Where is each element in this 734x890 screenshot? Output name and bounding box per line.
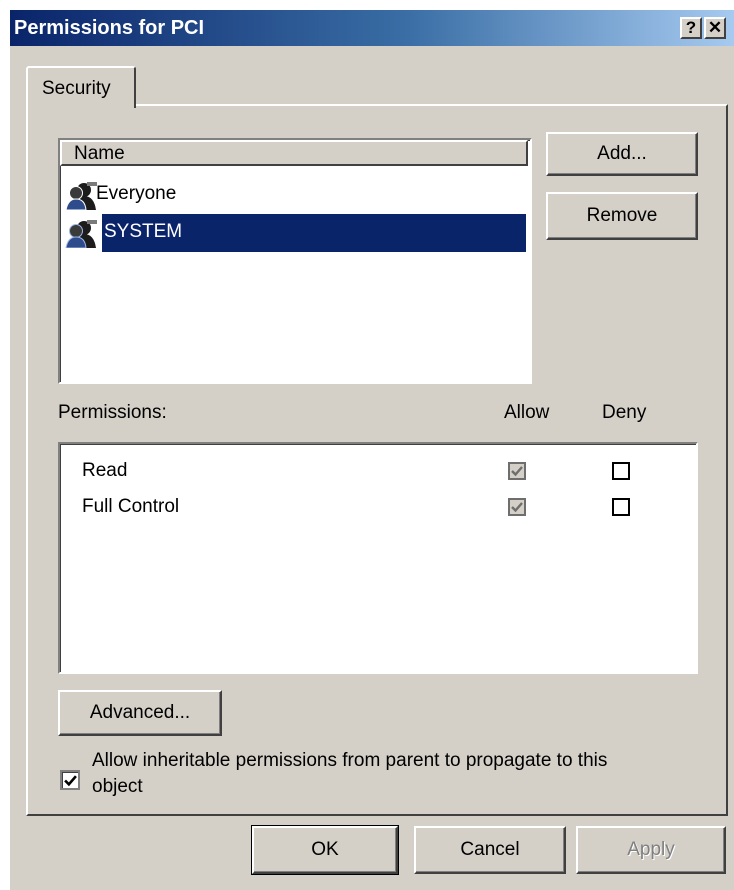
deny-full-control-checkbox[interactable]: [612, 498, 630, 516]
names-list-header[interactable]: Name: [60, 140, 528, 166]
permissions-label: Permissions:: [58, 402, 167, 423]
tab-security[interactable]: Security: [26, 66, 136, 108]
cancel-button[interactable]: Cancel: [414, 826, 566, 874]
deny-read-checkbox[interactable]: [612, 462, 630, 480]
window-title: Permissions for PCI: [14, 17, 205, 39]
deny-column-header: Deny: [602, 402, 647, 423]
list-item[interactable]: Everyone: [64, 178, 526, 212]
inherit-label-line1[interactable]: Allow inheritable permissions from paren…: [92, 750, 607, 772]
advanced-button[interactable]: Advanced...: [58, 690, 222, 736]
help-button[interactable]: ?: [680, 17, 702, 39]
allow-full-control-checkbox: [508, 498, 526, 516]
permission-name: Read: [82, 460, 128, 481]
close-button[interactable]: ✕: [704, 17, 726, 39]
tab-security-label: Security: [42, 78, 111, 99]
allow-read-checkbox: [508, 462, 526, 480]
name-column-header: Name: [74, 143, 125, 164]
users-group-icon: [64, 218, 100, 253]
permissions-dialog: Permissions for PCI ? ✕ Security Name Ev…: [8, 8, 734, 890]
list-item-label: SYSTEM: [104, 221, 183, 242]
list-item[interactable]: SYSTEM: [64, 214, 526, 252]
names-list[interactable]: Name Everyone SYSTEM: [58, 138, 532, 384]
remove-button[interactable]: Remove: [546, 192, 698, 240]
title-bar[interactable]: Permissions for PCI ? ✕: [10, 10, 734, 46]
inherit-checkbox[interactable]: [60, 770, 80, 790]
allow-column-header: Allow: [504, 402, 550, 423]
add-button[interactable]: Add...: [546, 132, 698, 176]
inherit-label-line2[interactable]: object: [92, 776, 143, 798]
users-group-icon: [64, 180, 100, 215]
permission-row: Read: [60, 460, 696, 488]
permission-name: Full Control: [82, 496, 180, 517]
permission-row: Full Control: [60, 496, 696, 524]
list-item-label: Everyone: [96, 183, 177, 204]
ok-button[interactable]: OK: [251, 825, 399, 875]
apply-button[interactable]: Apply: [576, 826, 726, 874]
permissions-list[interactable]: Read Full Control: [58, 442, 698, 674]
